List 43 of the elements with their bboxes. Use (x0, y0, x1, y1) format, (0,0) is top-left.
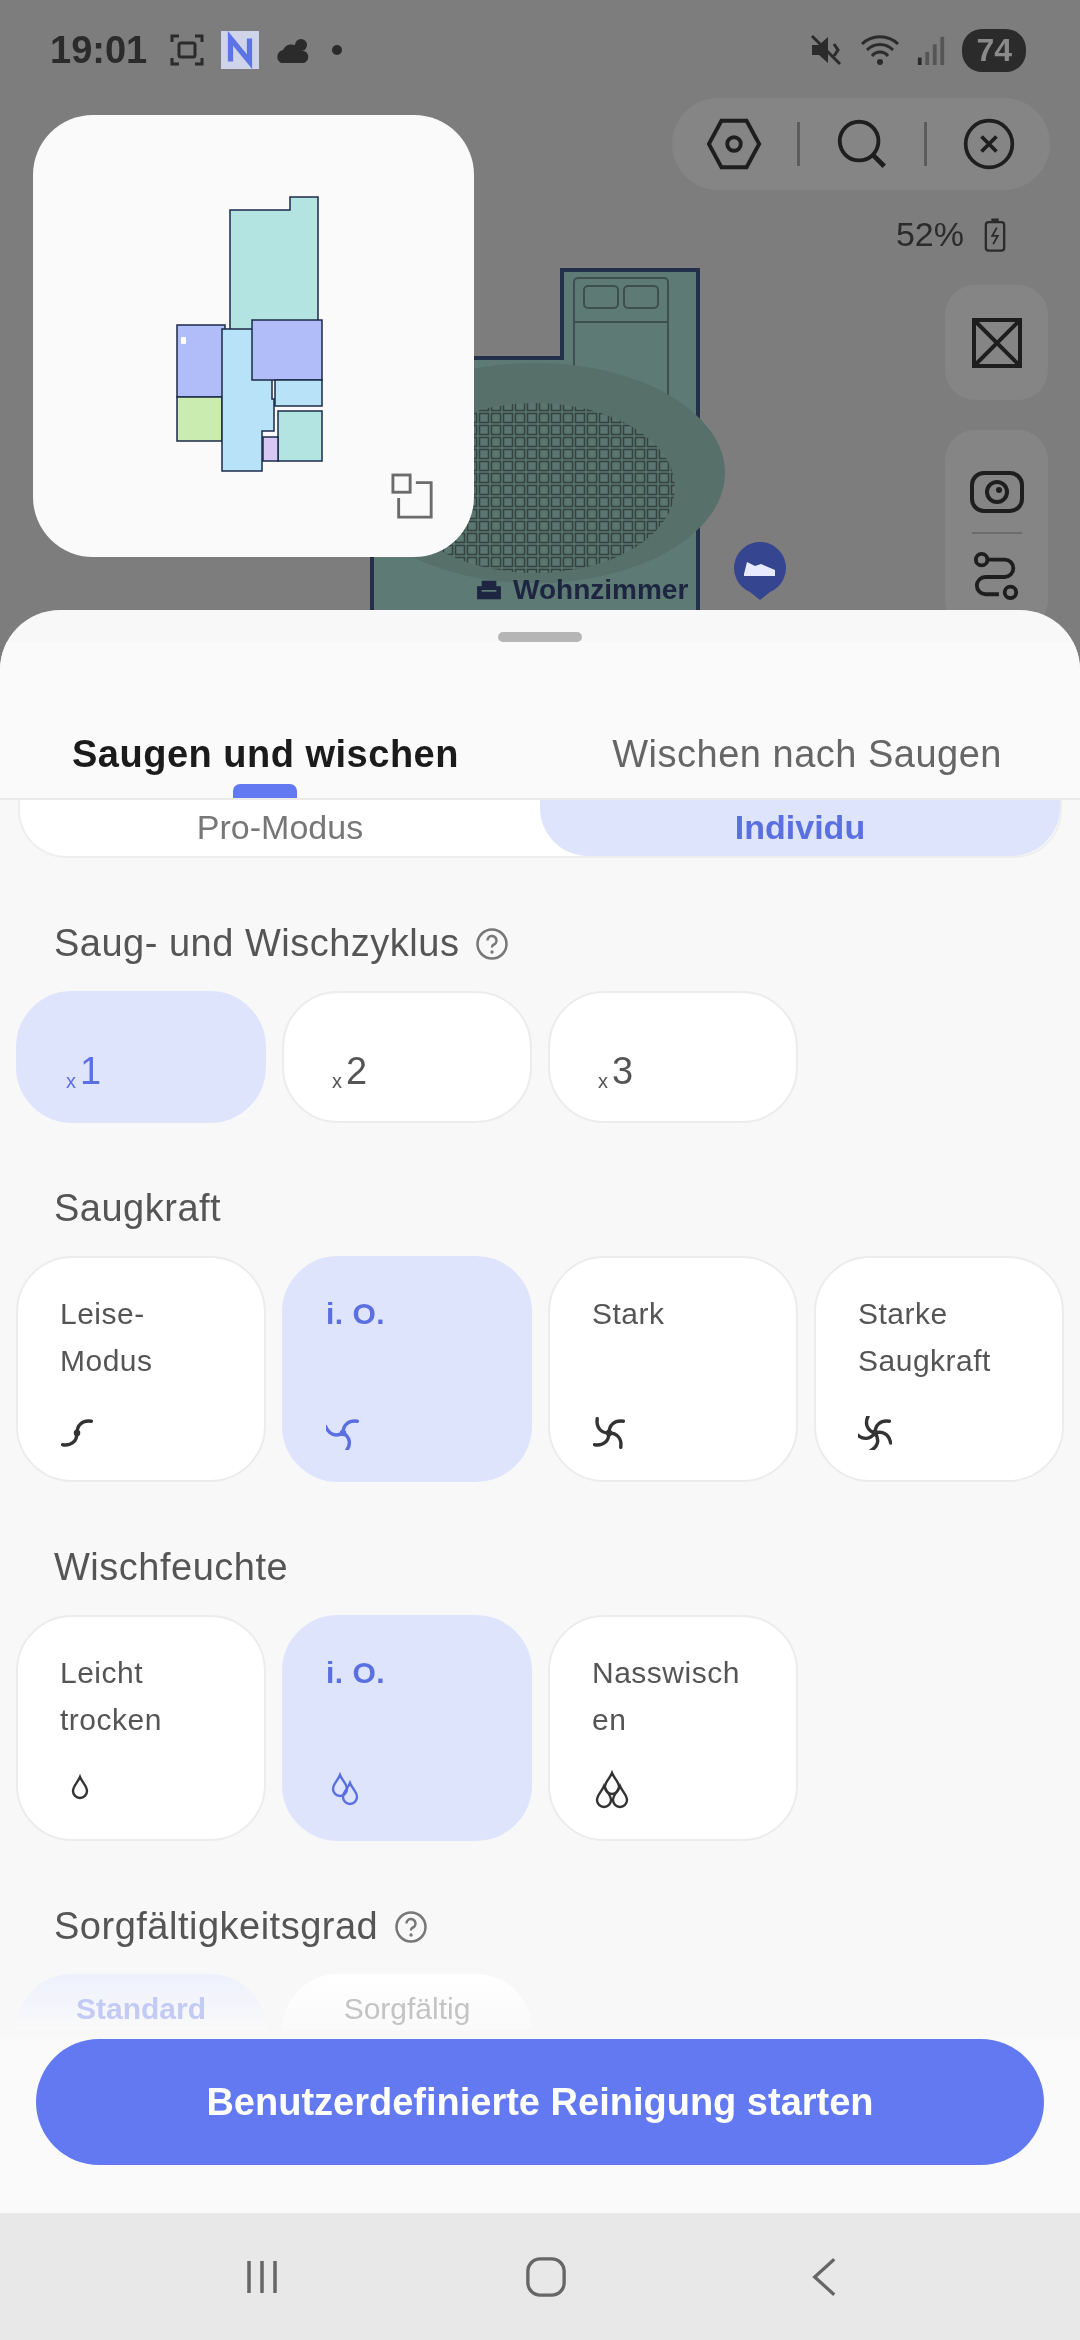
side-button[interactable] (945, 285, 1048, 400)
wifi-icon (860, 32, 901, 68)
screenshot-icon (169, 32, 206, 68)
start-cleaning-button[interactable]: Benutzerdefinierte Reinigung starten (36, 2039, 1044, 2165)
mode-option[interactable]: Individu (540, 800, 1060, 856)
drag-handle[interactable] (498, 632, 582, 642)
shoe-marker-icon (732, 540, 788, 602)
home-icon[interactable] (525, 2255, 567, 2298)
tab[interactable]: Wischen nach Saugen (592, 642, 1022, 798)
section-title: Wischfeuchte (54, 1546, 289, 1589)
setting-option[interactable]: Nasswischen (548, 1615, 798, 1841)
notification-dot-icon (331, 44, 344, 56)
cycle-option[interactable]: $_{x}$3 (548, 991, 798, 1123)
setting-option[interactable]: Stark (548, 1256, 798, 1482)
erase-map-icon (970, 316, 1023, 369)
minimap-card[interactable] (33, 115, 474, 557)
cycle-option[interactable]: $_{x}$1 (16, 991, 266, 1123)
battery-indicator: 74 (962, 28, 1026, 72)
setting-option[interactable]: i. O. (282, 1615, 532, 1841)
setting-option[interactable]: i. O. (282, 1256, 532, 1482)
mode-option[interactable]: Pro-Modus (20, 800, 540, 856)
section-title: Saugkraft (54, 1187, 222, 1230)
fan-icon (326, 1416, 360, 1450)
fan-icon (60, 1416, 94, 1450)
help-icon[interactable] (475, 926, 510, 961)
setting-option[interactable]: Starke Saugkraft (814, 1256, 1064, 1482)
camera-icon[interactable] (968, 470, 1025, 514)
section-title: Sorgfältigkeitsgrad (54, 1905, 379, 1948)
expand-icon[interactable] (391, 473, 435, 521)
fan-icon (592, 1416, 626, 1450)
status-time: 19:01 (50, 28, 148, 72)
cycle-option[interactable]: $_{x}$2 (282, 991, 532, 1123)
sofa-icon (475, 579, 503, 601)
setting-option[interactable]: Leicht trocken (16, 1615, 266, 1841)
fan-icon (858, 1416, 892, 1450)
section-title: Saug- und Wischzyklus (54, 922, 460, 965)
room-label: Wohnzimmer (513, 574, 689, 606)
battery-percent: 52% (895, 215, 964, 254)
battery-charging-icon (984, 216, 1006, 253)
help-icon[interactable] (394, 1909, 429, 1944)
tab[interactable]: Saugen und wischen (52, 642, 479, 798)
setting-option[interactable]: Leise-Modus (16, 1256, 266, 1482)
app-icon (221, 31, 260, 69)
